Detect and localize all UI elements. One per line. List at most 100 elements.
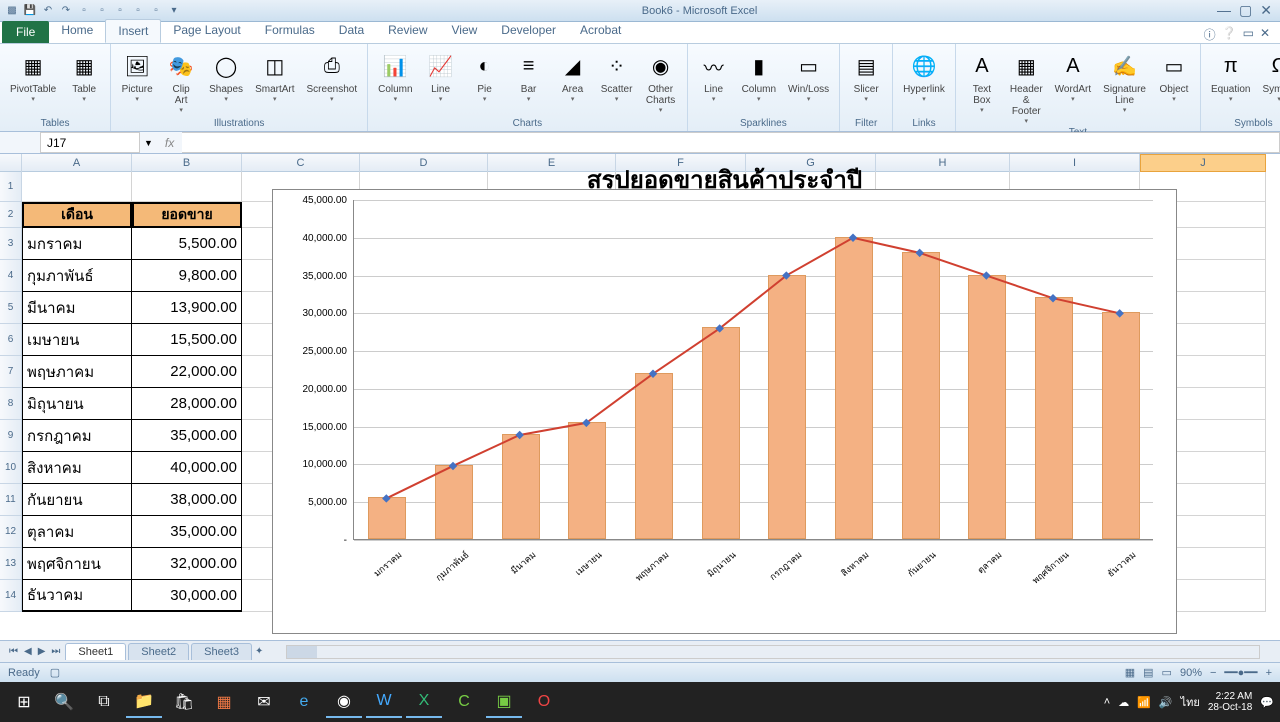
workbook-close-icon[interactable]: ✕ — [1260, 26, 1270, 43]
maximize-icon[interactable]: ▢ — [1239, 2, 1252, 19]
cell-A9[interactable]: กรกฎาคม — [22, 420, 132, 452]
new-sheet-icon[interactable]: ✦ — [252, 646, 266, 657]
screenshot-button[interactable]: ⎙Screenshot▾ — [303, 48, 362, 105]
zoom-slider[interactable]: ━━●━━ — [1224, 666, 1257, 679]
cell-B8[interactable]: 28,000.00 — [132, 388, 242, 420]
other-button[interactable]: ◉OtherCharts▾ — [641, 48, 681, 116]
bar-6[interactable] — [768, 275, 806, 539]
sheet-tab-3[interactable]: Sheet3 — [191, 643, 252, 660]
row-header-14[interactable]: 14 — [0, 580, 22, 612]
app-icon[interactable]: ▣ — [486, 686, 522, 718]
save-icon[interactable]: 💾 — [22, 3, 38, 19]
chrome-icon[interactable]: ◉ — [326, 686, 362, 718]
hyperlink-button[interactable]: 🌐Hyperlink▾ — [899, 48, 949, 105]
cell-B9[interactable]: 35,000.00 — [132, 420, 242, 452]
text-button[interactable]: ATextBox▾ — [962, 48, 1002, 116]
macro-record-icon[interactable]: ▢ — [50, 666, 60, 679]
sheet-nav-next-icon[interactable]: ▶ — [35, 646, 49, 657]
explorer-icon[interactable]: 📁 — [126, 686, 162, 718]
cell-B3[interactable]: 5,500.00 — [132, 228, 242, 260]
cell-A7[interactable]: พฤษภาคม — [22, 356, 132, 388]
view-normal-icon[interactable]: ▦ — [1125, 666, 1135, 679]
cell-B7[interactable]: 22,000.00 — [132, 356, 242, 388]
qat-icon[interactable]: ▫ — [76, 3, 92, 19]
undo-icon[interactable]: ↶ — [40, 3, 56, 19]
slicer-button[interactable]: ▤Slicer▾ — [846, 48, 886, 105]
formula-input[interactable] — [182, 132, 1280, 153]
bar-11[interactable] — [1102, 312, 1140, 539]
row-header-8[interactable]: 8 — [0, 388, 22, 420]
view-layout-icon[interactable]: ▤ — [1143, 666, 1153, 679]
line-button[interactable]: 〰Line▾ — [694, 48, 734, 105]
edge-icon[interactable]: e — [286, 686, 322, 718]
ribbon-tab-data[interactable]: Data — [327, 19, 376, 43]
table-button[interactable]: ▦Table▾ — [64, 48, 104, 105]
wordart-button[interactable]: AWordArt▾ — [1051, 48, 1096, 105]
cell-B2[interactable]: ยอดขาย — [132, 202, 242, 228]
ribbon-tab-home[interactable]: Home — [49, 19, 105, 43]
row-header-11[interactable]: 11 — [0, 484, 22, 516]
pie-button[interactable]: ◐Pie▾ — [465, 48, 505, 105]
qat-icon[interactable]: ▫ — [112, 3, 128, 19]
row-header-2[interactable]: 2 — [0, 202, 22, 228]
name-box[interactable]: J17 — [40, 132, 140, 153]
cell-B12[interactable]: 35,000.00 — [132, 516, 242, 548]
picture-button[interactable]: 🖼Picture▾ — [117, 48, 157, 105]
name-box-dropdown-icon[interactable]: ▼ — [140, 138, 157, 148]
area-button[interactable]: ◢Area▾ — [553, 48, 593, 105]
close-icon[interactable]: ✕ — [1260, 2, 1272, 19]
mail-icon[interactable]: ✉ — [246, 686, 282, 718]
start-button[interactable]: ⊞ — [6, 686, 42, 718]
row-header-4[interactable]: 4 — [0, 260, 22, 292]
store-icon[interactable]: 🛍 — [166, 686, 202, 718]
bar-0[interactable] — [368, 497, 406, 539]
word-icon[interactable]: W — [366, 686, 402, 718]
cell-B1[interactable] — [132, 172, 242, 202]
notifications-icon[interactable]: 💬 — [1260, 696, 1274, 709]
onedrive-icon[interactable]: ☁ — [1118, 696, 1129, 709]
cell-B14[interactable]: 30,000.00 — [132, 580, 242, 612]
min-ribbon-icon[interactable]: ⓘ — [1204, 26, 1216, 43]
file-tab[interactable]: File — [2, 21, 49, 43]
ribbon-options-icon[interactable]: ▭ — [1243, 26, 1254, 43]
bar-4[interactable] — [635, 373, 673, 539]
cell-A2[interactable]: เดือน — [22, 202, 132, 228]
cell-A11[interactable]: กันยายน — [22, 484, 132, 516]
opera-icon[interactable]: O — [526, 686, 562, 718]
row-header-10[interactable]: 10 — [0, 452, 22, 484]
redo-icon[interactable]: ↷ — [58, 3, 74, 19]
camtasia-icon[interactable]: C — [446, 686, 482, 718]
ribbon-tab-acrobat[interactable]: Acrobat — [568, 19, 633, 43]
help-icon[interactable]: ❔ — [1222, 26, 1237, 43]
wifi-icon[interactable]: 📶 — [1137, 696, 1151, 709]
horizontal-scrollbar[interactable] — [286, 645, 1260, 659]
symbol-button[interactable]: ΩSymbol▾ — [1258, 48, 1280, 105]
win/loss-button[interactable]: ▭Win/Loss▾ — [784, 48, 833, 105]
zoom-in-icon[interactable]: + — [1266, 667, 1272, 679]
row-header-1[interactable]: 1 — [0, 172, 22, 202]
cell-A14[interactable]: ธันวาคม — [22, 580, 132, 612]
search-icon[interactable]: 🔍 — [46, 686, 82, 718]
sheet-tab-2[interactable]: Sheet2 — [128, 643, 189, 660]
row-header-3[interactable]: 3 — [0, 228, 22, 260]
cell-B11[interactable]: 38,000.00 — [132, 484, 242, 516]
cell-B6[interactable]: 15,500.00 — [132, 324, 242, 356]
row-header-5[interactable]: 5 — [0, 292, 22, 324]
ribbon-tab-review[interactable]: Review — [376, 19, 439, 43]
bar-3[interactable] — [568, 422, 606, 539]
row-header-9[interactable]: 9 — [0, 420, 22, 452]
volume-icon[interactable]: 🔊 — [1159, 696, 1173, 709]
bar-1[interactable] — [435, 465, 473, 539]
qat-icon[interactable]: ▫ — [130, 3, 146, 19]
cell-A13[interactable]: พฤศจิกายน — [22, 548, 132, 580]
sheet-nav-last-icon[interactable]: ⏭ — [48, 646, 63, 657]
qat-icon[interactable]: ▫ — [94, 3, 110, 19]
bar-2[interactable] — [502, 434, 540, 539]
bar-8[interactable] — [902, 252, 940, 539]
qat-dropdown-icon[interactable]: ▾ — [166, 3, 182, 19]
cell-A10[interactable]: สิงหาคม — [22, 452, 132, 484]
cell-A8[interactable]: มิถุนายน — [22, 388, 132, 420]
cell-A4[interactable]: กุมภาพันธ์ — [22, 260, 132, 292]
cell-B4[interactable]: 9,800.00 — [132, 260, 242, 292]
minimize-icon[interactable]: — — [1217, 2, 1231, 19]
